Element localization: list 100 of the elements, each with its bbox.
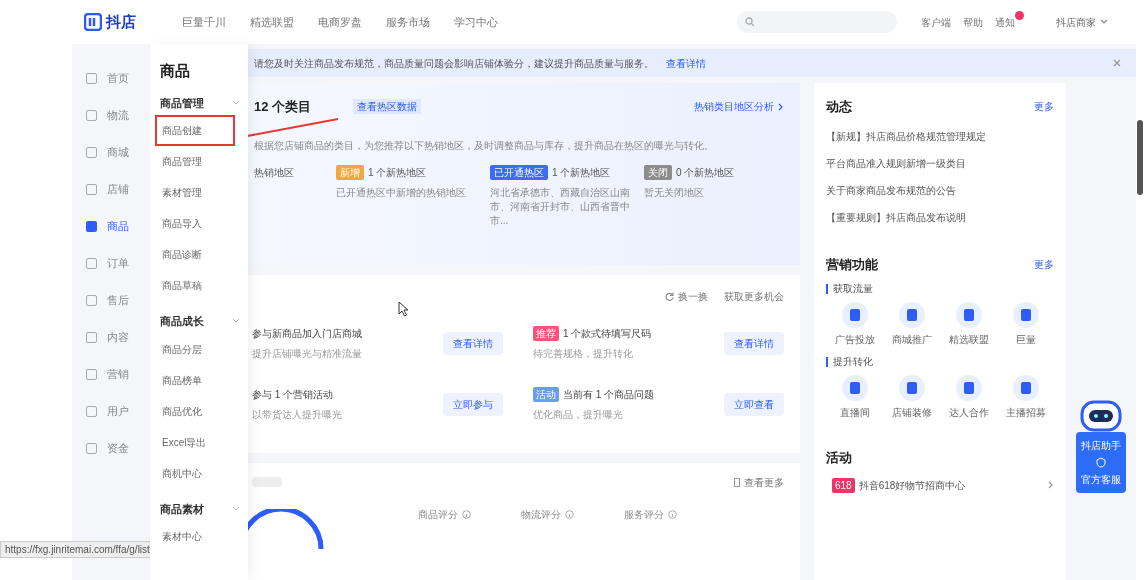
shield-icon	[1096, 457, 1106, 468]
action-button[interactable]: 查看详情	[443, 332, 503, 355]
menu-section-title: 商品管理	[160, 95, 204, 111]
assistant-link[interactable]: 抖店助手	[1081, 438, 1121, 453]
more-link[interactable]: 获取更多机会	[724, 289, 784, 304]
nav-link[interactable]: 服务市场	[386, 13, 430, 31]
feature-shortcut[interactable]: 精选联盟	[940, 302, 997, 347]
feature-shortcut[interactable]: 主播招募	[997, 375, 1054, 420]
task-description: 以带货达人提升曝光	[252, 408, 342, 422]
data-link[interactable]: 查看热区数据	[353, 99, 422, 115]
section-title: 动态	[826, 98, 852, 116]
group-title: 获取流量	[826, 284, 873, 294]
header-action[interactable]: 帮助	[963, 14, 983, 30]
menu-item[interactable]: 商品分层	[155, 333, 235, 365]
news-item[interactable]: 关于商家商品发布规范的公告	[826, 182, 1054, 198]
sidebar-item[interactable]: 内容	[86, 329, 150, 346]
sidebar-item[interactable]: 营销	[86, 366, 150, 383]
region-description: 已开通热区中新增的热销地区	[336, 185, 467, 200]
status-tag: 已开通热区	[490, 164, 548, 180]
region-count: 0 个新热地区	[676, 165, 735, 180]
sidebar-item[interactable]: 用户	[86, 403, 150, 420]
header-action[interactable]: 客户端	[921, 14, 951, 30]
chevron-down-icon	[1100, 19, 1108, 25]
menu-item[interactable]: Excel导出	[155, 426, 235, 458]
scrollbar[interactable]	[1137, 120, 1143, 195]
menu-item[interactable]: 商品导入	[155, 208, 235, 239]
sidebar-item[interactable]: 首页	[86, 70, 150, 87]
robot-icon	[1080, 398, 1122, 432]
cursor-icon	[398, 301, 410, 317]
sidebar-item[interactable]: 店铺	[86, 181, 150, 198]
task-title: 参与新商品加入门店商城	[252, 327, 362, 341]
chevron-icon	[232, 505, 240, 512]
refresh-link[interactable]: 换一换	[665, 289, 708, 304]
sidebar-item[interactable]: 商品	[86, 218, 150, 235]
news-item[interactable]: 平台商品准入规则新增一级类目	[826, 155, 1054, 171]
more-link[interactable]: 更多	[1034, 256, 1054, 272]
info-icon	[668, 510, 677, 519]
feature-shortcut[interactable]: 店铺装修	[883, 375, 940, 420]
menu-item[interactable]: 商品创建	[155, 115, 235, 146]
sidebar-item[interactable]: 售后	[86, 292, 150, 309]
tag-label: 推荐	[533, 326, 559, 341]
nav-link[interactable]: 精选联盟	[250, 13, 294, 31]
menu-item[interactable]: 商品诊断	[155, 239, 235, 270]
action-button[interactable]: 查看详情	[724, 332, 784, 355]
sidebar-item[interactable]: 订单	[86, 255, 150, 272]
news-item[interactable]: 【重要规则】抖店商品发布说明	[826, 209, 1054, 225]
nav-link[interactable]: 电商罗盘	[318, 13, 362, 31]
logo-text: 抖店	[106, 11, 136, 32]
feature-icon	[898, 375, 925, 401]
feature-shortcut[interactable]: 直播间	[826, 375, 883, 420]
nav-link[interactable]: 学习中心	[454, 13, 498, 31]
feature-icon	[955, 375, 982, 401]
notice-text: 请您及时关注商品发布规范，商品质量问题会影响店铺体验分，建议提升商品质量与服务。	[254, 56, 654, 71]
info-icon	[565, 510, 574, 519]
region-count: 1 个新热地区	[368, 165, 427, 180]
feature-icon	[841, 302, 868, 328]
sidebar-item[interactable]: 商城	[86, 144, 150, 161]
menu-section-title: 商品素材	[160, 501, 204, 517]
menu-item[interactable]: 商品草稿	[155, 270, 235, 301]
notice-link[interactable]: 查看详情	[666, 55, 706, 71]
menu-item[interactable]: 商品榜单	[155, 364, 235, 396]
chevron-icon	[232, 99, 240, 106]
sidebar-item[interactable]: 物流	[86, 107, 150, 124]
task-description: 待完善规格，提升转化	[533, 347, 634, 361]
group-title: 提升转化	[826, 357, 873, 367]
feature-shortcut[interactable]: 达人合作	[940, 375, 997, 420]
shop-menu[interactable]: 抖店商家	[1056, 14, 1108, 30]
feature-icon	[841, 375, 868, 401]
more-link[interactable]: 热销类目地区分析	[694, 99, 784, 115]
menu-item[interactable]: 商机中心	[155, 457, 235, 489]
card-description: 根据您店铺商品的类目，为您推荐以下热销地区，及时调整商品与库存，提升商品在热区的曝光与转化。	[254, 138, 715, 153]
flyout-title: 商品	[160, 61, 191, 81]
menu-item[interactable]: 素材中心	[155, 521, 235, 552]
nav-link[interactable]: 巨量千川	[182, 13, 226, 31]
header-action[interactable]: 通知	[995, 14, 1015, 30]
activity-link[interactable]: 抖音618好物节招商中心	[858, 477, 966, 493]
task-title: 当前有 1 个商品问题	[563, 388, 655, 402]
service-link[interactable]: 官方客服	[1081, 472, 1121, 487]
more-link[interactable]: 查看更多	[734, 475, 784, 490]
menu-item[interactable]: 商品管理	[155, 146, 235, 177]
task-title: 参与 1 个营销活动	[252, 388, 334, 402]
region-count: 1 个新热地区	[552, 165, 611, 180]
feature-shortcut[interactable]: 商城推广	[883, 302, 940, 347]
section-title: 活动	[826, 449, 852, 467]
menu-item[interactable]: 素材管理	[155, 177, 235, 208]
search-field[interactable]	[737, 11, 897, 33]
feature-shortcut[interactable]: 巨量	[997, 302, 1054, 347]
feature-shortcut[interactable]: 广告投放	[826, 302, 883, 347]
feature-icon	[1012, 302, 1039, 328]
menu-item[interactable]: 商品优化	[155, 395, 235, 427]
more-link[interactable]: 更多	[1034, 99, 1054, 115]
sidebar-item[interactable]: 资金	[86, 440, 150, 457]
card-title: 12 个类目	[254, 98, 312, 116]
action-button[interactable]: 立即参与	[443, 393, 503, 416]
chevron-right-icon	[1048, 481, 1054, 489]
region-description: 暂无关闭地区	[644, 185, 705, 200]
score-label: 商品评分	[418, 508, 458, 522]
action-button[interactable]: 立即查看	[724, 393, 784, 416]
chevron-right-icon	[778, 102, 784, 111]
news-item[interactable]: 【新规】抖店商品价格规范管理规定	[826, 128, 1054, 144]
